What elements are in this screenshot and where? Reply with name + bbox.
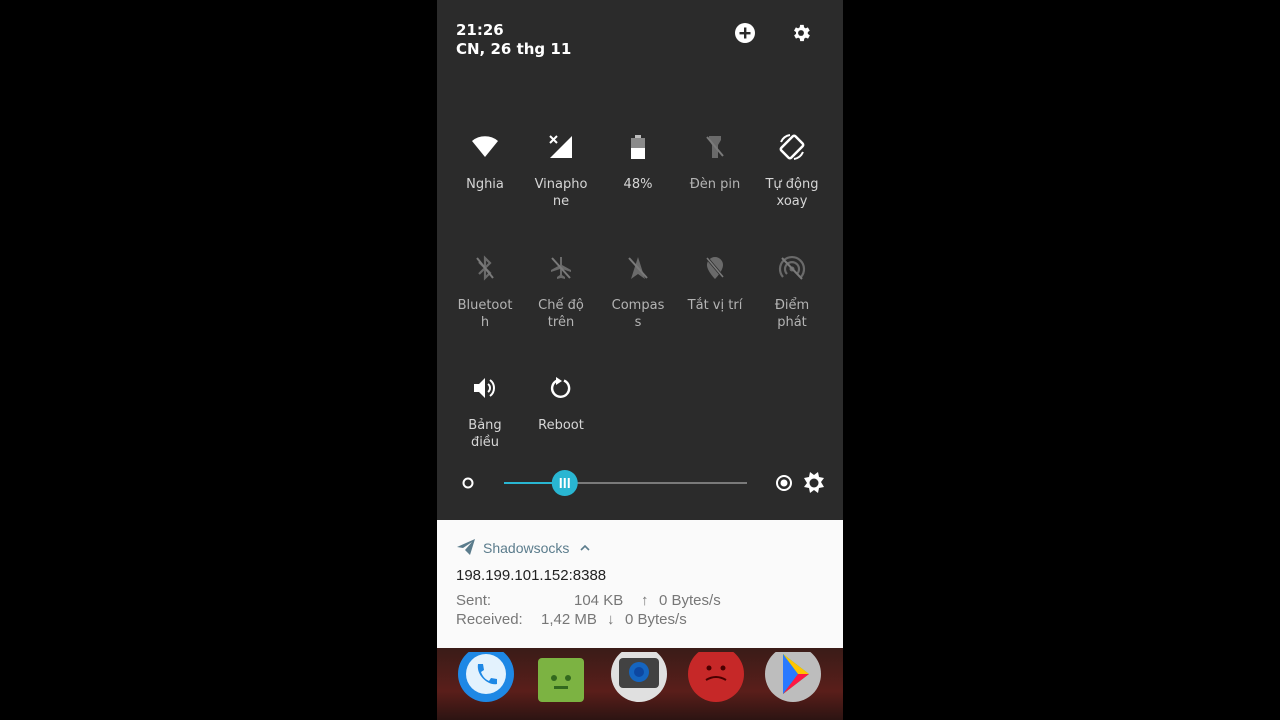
sent-total: 104 KB [574, 592, 624, 609]
brightness-bar [457, 466, 827, 500]
tile-battery[interactable]: 48% [600, 132, 676, 193]
paper-plane-icon [457, 539, 475, 555]
tile-volume-panel[interactable]: Bảng điều [447, 373, 523, 451]
received-total: 1,42 MB [541, 611, 597, 628]
tile-bluetooth[interactable]: Bluetoot h [447, 253, 523, 331]
received-rate: 0 Bytes/s [625, 611, 687, 628]
tile-auto-rotate[interactable]: Tự động xoay [754, 132, 830, 210]
received-label: Received: [456, 611, 523, 628]
wifi-icon [472, 136, 498, 157]
tile-label: Tự động xoay [765, 177, 819, 209]
tile-label: Bảng điều [468, 418, 502, 450]
tile-label: Bluetoot h [457, 298, 513, 330]
sent-label: Sent: [456, 592, 492, 609]
phone-screen: 21:26 CN, 26 thg 11 Nghia Vinapho ne 48%… [437, 0, 843, 720]
chevron-up-icon[interactable] [580, 544, 590, 552]
brightness-svg [462, 470, 824, 496]
airplane-icon [551, 257, 571, 279]
tile-label: Vinapho ne [534, 177, 588, 209]
settings-button[interactable] [788, 20, 814, 46]
reboot-icon [550, 377, 571, 398]
tile-mobile-signal[interactable]: Vinapho ne [523, 132, 599, 210]
red-app-icon[interactable] [686, 646, 746, 704]
tile-label: Nghia [466, 177, 504, 192]
play-store-icon[interactable] [763, 646, 823, 704]
tile-label: Chế độ trên [538, 298, 584, 330]
camera-app-icon[interactable] [609, 646, 669, 704]
add-tile-button[interactable] [732, 20, 758, 46]
add-circle-icon [735, 23, 755, 43]
hotspot-off-icon [778, 255, 806, 280]
flashlight-off-icon [706, 136, 724, 158]
quick-settings-panel: 21:26 CN, 26 thg 11 Nghia Vinapho ne 48%… [437, 0, 843, 520]
tile-flashlight[interactable]: Đèn pin [677, 132, 753, 193]
tile-label: Reboot [538, 418, 584, 433]
notification-app-name: Shadowsocks [483, 540, 570, 556]
notification-title: 198.199.101.152:8388 [456, 567, 607, 584]
tile-location[interactable]: Tắt vị trí [677, 253, 753, 314]
compass-off-icon [628, 257, 648, 279]
phone-app-icon[interactable] [456, 646, 516, 704]
brightness-low-icon [462, 477, 474, 489]
tile-compass[interactable]: Compas s [600, 253, 676, 331]
tile-label: Tắt vị trí [687, 298, 743, 313]
brightness-thumb[interactable] [551, 470, 578, 496]
tile-label: 48% [623, 177, 653, 192]
tile-airplane-mode[interactable]: Chế độ trên [523, 253, 599, 331]
brightness-settings-icon[interactable] [804, 472, 824, 493]
clock: 21:26 [456, 21, 504, 39]
tile-hotspot[interactable]: Điểm phát [754, 253, 830, 331]
tile-reboot[interactable]: Reboot [523, 373, 599, 434]
shadowsocks-notification[interactable]: Shadowsocks 198.199.101.152:8388 Sent: 1… [437, 520, 843, 648]
received-arrow: ↓ [607, 611, 615, 628]
sent-arrow: ↑ [641, 592, 649, 609]
battery-icon [631, 135, 645, 159]
tile-label: Đèn pin [689, 177, 741, 192]
location-off-icon [705, 257, 725, 279]
bluetooth-off-icon [476, 255, 494, 281]
tile-label: Compas s [611, 298, 665, 330]
tile-wifi[interactable]: Nghia [447, 132, 523, 193]
volume-icon [474, 378, 495, 398]
messaging-app-icon[interactable] [532, 652, 592, 704]
sent-rate: 0 Bytes/s [659, 592, 721, 609]
signal-icon [549, 135, 572, 158]
date: CN, 26 thg 11 [456, 40, 572, 58]
auto-brightness-icon[interactable] [776, 475, 792, 491]
home-dock [437, 646, 843, 720]
tile-label: Điểm phát [774, 298, 810, 330]
gear-icon [794, 24, 810, 42]
auto-rotate-icon [779, 134, 805, 160]
